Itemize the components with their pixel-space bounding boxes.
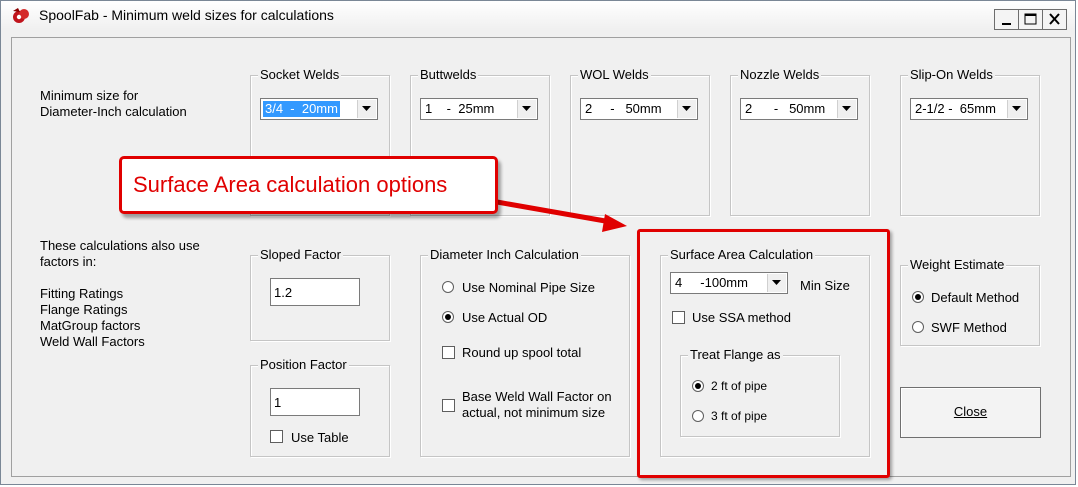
window-title: SpoolFab - Minimum weld sizes for calcul… [39,7,334,23]
use-table-label: Use Table [291,430,349,445]
chevron-down-icon [842,106,851,111]
socket-welds-value: 3/4 - 20mm [263,101,340,117]
socket-welds-dropdown[interactable] [357,100,376,118]
default-method-label: Default Method [931,290,1020,305]
intro-line-2: Diameter-Inch calculation [40,104,187,119]
main-window: SpoolFab - Minimum weld sizes for calcul… [0,0,1076,485]
socket-welds-title: Socket Welds [258,67,342,82]
round-up-spool-checkbox[interactable] [442,346,455,359]
close-window-button[interactable] [1042,9,1067,30]
chevron-down-icon [682,106,691,111]
buttwelds-title: Buttwelds [418,67,479,82]
wol-welds-title: WOL Welds [578,67,651,82]
slip-on-welds-select[interactable]: 2-1/2 - 65mm [910,98,1028,120]
spoolfab-app-icon [13,8,29,23]
diameter-inch-group: Diameter Inch Calculation Use Nominal Pi… [420,247,630,457]
sloped-factor-value: 1.2 [274,285,293,300]
base-weld-wall-label-2: actual, not minimum size [462,405,606,420]
close-button-label: Close [953,404,988,419]
base-weld-wall-checkbox[interactable] [442,399,455,412]
chevron-down-icon [522,106,531,111]
close-icon [1049,13,1060,25]
factors-item: MatGroup factors [40,318,141,333]
callout-text: Surface Area calculation options [133,172,448,197]
slip-on-welds-title: Slip-On Welds [908,67,995,82]
maximize-button[interactable] [1018,9,1043,30]
nozzle-welds-group: Nozzle Welds 2 - 50mm [730,67,870,216]
nozzle-welds-title: Nozzle Welds [738,67,822,82]
round-up-spool-label: Round up spool total [462,345,582,360]
buttwelds-select[interactable]: 1 - 25mm [420,98,538,120]
close-button[interactable]: Close [900,387,1041,438]
nozzle-welds-dropdown[interactable] [837,100,856,118]
wol-welds-dropdown[interactable] [677,100,696,118]
factors-item: Weld Wall Factors [40,334,145,349]
position-factor-input[interactable]: 1 [270,388,360,416]
use-actual-od-label: Use Actual OD [462,310,548,325]
minimize-button[interactable] [994,9,1019,30]
callout-arrow-icon [496,199,627,232]
socket-welds-select[interactable]: 3/4 - 20mm [260,98,378,120]
slip-on-welds-dropdown[interactable] [1007,100,1026,118]
sloped-factor-group: Sloped Factor 1.2 [250,247,390,341]
use-nominal-pipe-size-label: Use Nominal Pipe Size [462,280,595,295]
factors-note-line-1: These calculations also use [40,238,200,253]
minimize-icon [1002,23,1011,25]
maximize-icon [1024,13,1037,25]
use-nominal-pipe-size-radio[interactable] [442,281,454,293]
wol-welds-value: 2 - 50mm [585,101,662,116]
nozzle-welds-value: 2 - 50mm [745,101,826,116]
buttwelds-dropdown[interactable] [517,100,536,118]
position-factor-group: Position Factor 1 Use Table [250,357,390,457]
swf-method-label: SWF Method [931,320,1007,335]
use-actual-od-radio[interactable] [442,311,454,323]
position-factor-title: Position Factor [258,357,349,372]
sloped-factor-title: Sloped Factor [258,247,343,262]
weight-estimate-group: Weight Estimate Default Method SWF Metho… [900,257,1040,346]
slip-on-welds-value: 2-1/2 - 65mm [915,101,996,116]
weight-estimate-title: Weight Estimate [908,257,1007,272]
position-factor-value: 1 [274,395,282,410]
chevron-down-icon [362,106,371,111]
nozzle-welds-select[interactable]: 2 - 50mm [740,98,858,120]
use-table-checkbox[interactable] [270,430,283,443]
intro-line-1: Minimum size for [40,88,139,103]
swf-method-radio[interactable] [912,321,924,333]
factors-item: Fitting Ratings [40,286,124,301]
title-bar: SpoolFab - Minimum weld sizes for calcul… [1,1,1075,30]
sloped-factor-input[interactable]: 1.2 [270,278,360,306]
slip-on-welds-group: Slip-On Welds 2-1/2 - 65mm [900,67,1040,216]
base-weld-wall-label-1: Base Weld Wall Factor on [462,389,612,404]
chevron-down-icon [1012,106,1021,111]
wol-welds-select[interactable]: 2 - 50mm [580,98,698,120]
factors-item: Flange Ratings [40,302,128,317]
surface-area-highlight-box [637,229,890,478]
default-method-radio[interactable] [912,291,924,303]
factors-note-line-2: factors in: [40,254,97,269]
callout-box: Surface Area calculation options [119,156,498,214]
diameter-inch-title: Diameter Inch Calculation [428,247,581,262]
buttwelds-value: 1 - 25mm [425,101,495,116]
